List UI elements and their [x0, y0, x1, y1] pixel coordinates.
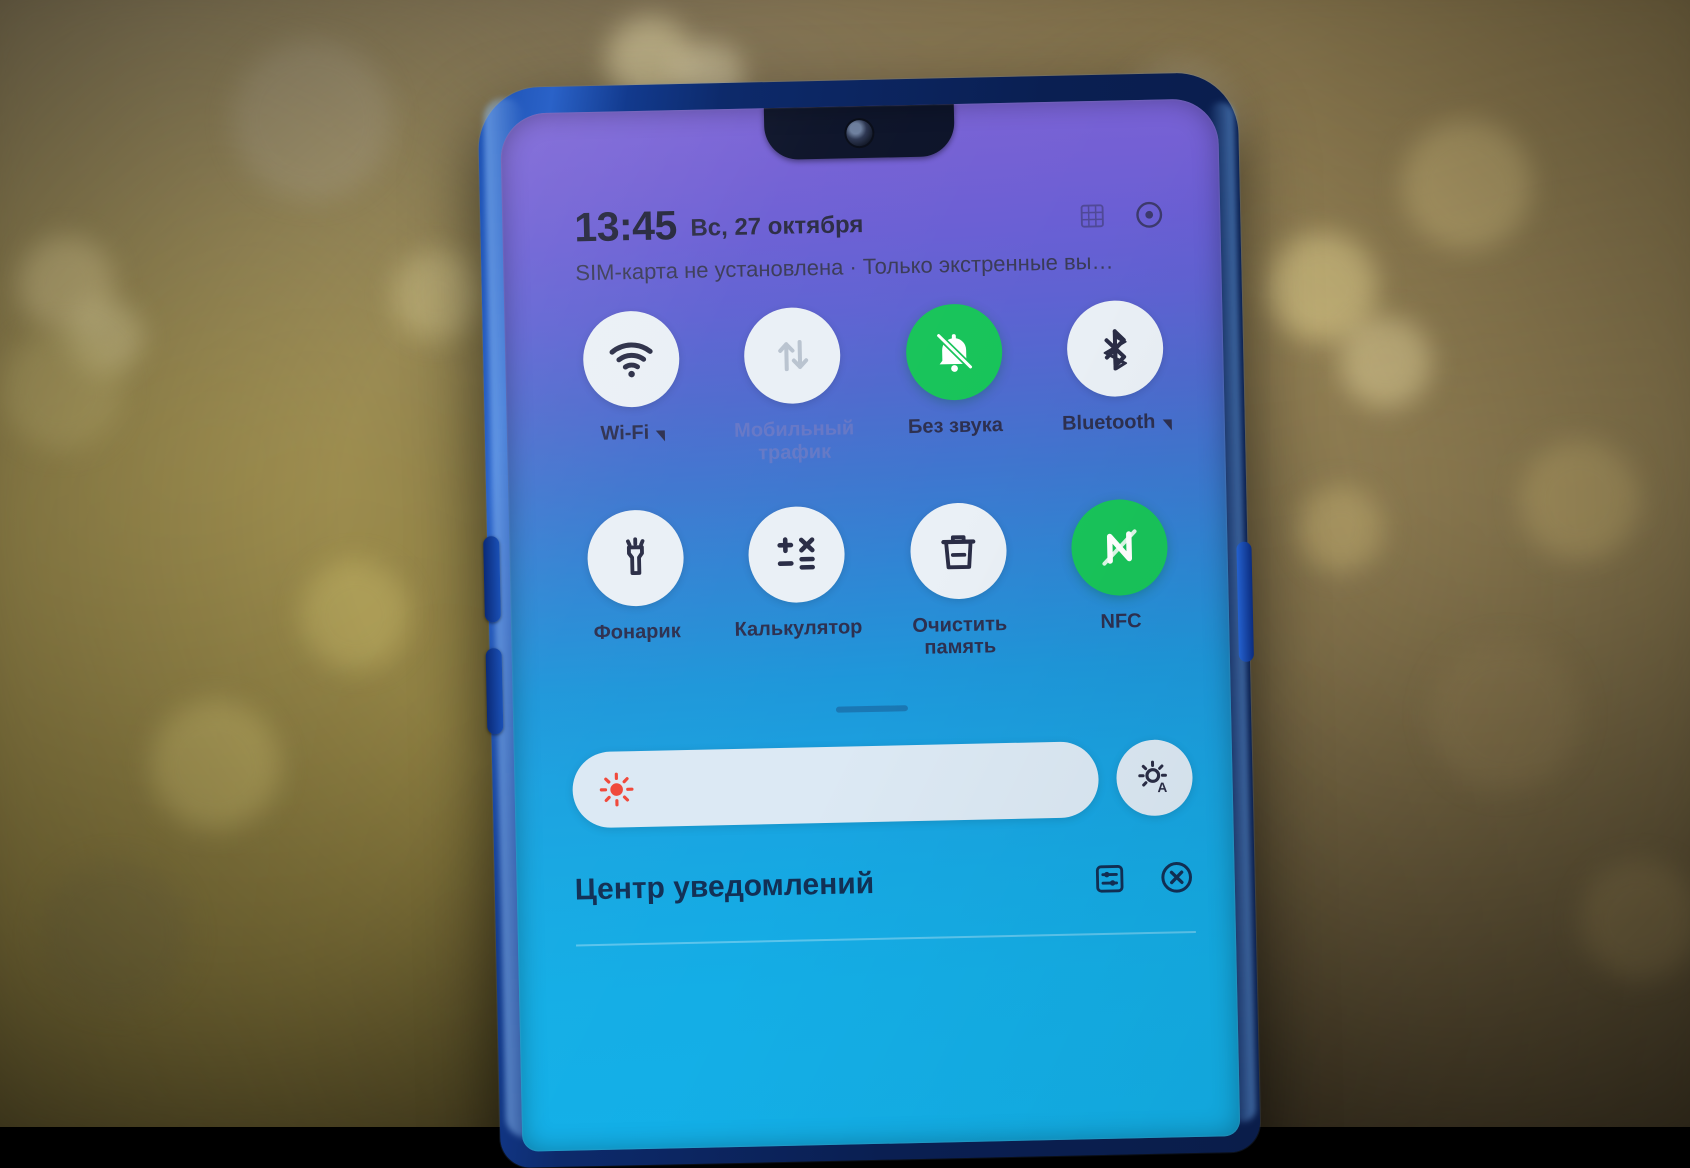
brightness-slider[interactable] — [572, 741, 1100, 828]
panel-drag-handle[interactable] — [836, 705, 908, 713]
quick-tile-label: Калькулятор — [734, 616, 862, 642]
clear-all-notifications-icon[interactable] — [1158, 859, 1195, 896]
quick-settings-panel: Wi-Fi Мобильный трафик — [562, 299, 1190, 682]
wifi-label: Wi-Fi — [600, 422, 649, 446]
quick-settings-row: Wi-Fi Мобильный трафик — [562, 299, 1185, 469]
notification-center-header: Центр уведомлений — [574, 859, 1195, 909]
chevron-expand-icon[interactable] — [656, 430, 665, 441]
clear-memory-icon — [935, 527, 982, 574]
quick-tile-wifi[interactable]: Wi-Fi — [562, 310, 701, 470]
nfc-tile-disc[interactable] — [1070, 498, 1168, 596]
quick-tile-nfc[interactable]: NFC — [1050, 498, 1189, 658]
quick-tile-calculator[interactable]: Калькулятор — [728, 505, 867, 665]
quick-settings-row: Фонарик Калькулятор — [567, 498, 1190, 668]
volume-up-button[interactable] — [483, 536, 501, 622]
wifi-icon — [605, 333, 658, 386]
status-icons — [1078, 199, 1165, 231]
quick-tile-label: Без звука — [908, 414, 1003, 439]
smartphone: 13:45 Вс, 27 октября SIM-карта не устано… — [477, 72, 1260, 1168]
status-date: Вс, 27 октября — [690, 211, 864, 243]
wifi-tile-disc[interactable] — [582, 310, 680, 408]
quick-tile-flashlight[interactable]: Фонарик — [567, 508, 706, 668]
settings-gear-icon[interactable] — [1134, 199, 1165, 230]
quick-tile-clear-memory[interactable]: Очистить память — [889, 501, 1028, 661]
front-camera — [846, 120, 873, 147]
brightness-row: A — [572, 739, 1194, 829]
phone-screen: 13:45 Вс, 27 октября SIM-карта не устано… — [500, 98, 1240, 1151]
status-bar: 13:45 Вс, 27 октября SIM-карта не устано… — [502, 194, 1221, 270]
brightness-auto-icon: A — [1134, 757, 1175, 798]
bluetooth-tile-disc[interactable] — [1066, 300, 1164, 398]
calculator-tile-disc[interactable] — [748, 505, 846, 603]
quick-tile-label: NFC — [1100, 610, 1142, 634]
chevron-expand-icon[interactable] — [1162, 419, 1171, 430]
svg-text:A: A — [1157, 780, 1167, 795]
sim-status-text: SIM-карта не установлена · Только экстре… — [575, 247, 1181, 286]
notification-center-title: Центр уведомлений — [574, 867, 874, 908]
quick-tile-label: Мобильный трафик — [719, 417, 870, 466]
calculator-icon — [771, 529, 822, 580]
notification-divider — [576, 931, 1196, 947]
quick-tile-label: Фонарик — [593, 620, 680, 645]
bell-off-icon — [929, 328, 978, 377]
quick-tile-label: Очистить память — [885, 612, 1036, 661]
notification-center-actions — [1092, 859, 1195, 897]
display-notch — [764, 102, 955, 160]
silent-tile-disc[interactable] — [905, 303, 1003, 401]
bluetooth-icon — [1092, 325, 1139, 372]
mobile-data-icon — [769, 332, 816, 379]
quick-tile-label: Bluetooth — [1062, 410, 1172, 435]
power-button[interactable] — [1236, 542, 1254, 662]
notification-settings-icon[interactable] — [1092, 861, 1127, 896]
nfc-icon — [1094, 522, 1145, 573]
flashlight-tile-disc[interactable] — [587, 509, 685, 607]
quick-tile-mobile-data[interactable]: Мобильный трафик — [724, 306, 863, 466]
quick-tile-label: Wi-Fi — [600, 421, 665, 445]
quick-tile-silent[interactable]: Без звука — [885, 303, 1024, 463]
mobile-data-tile-disc[interactable] — [744, 307, 842, 405]
flashlight-icon — [612, 534, 659, 581]
status-time: 13:45 — [574, 202, 677, 251]
auto-brightness-button[interactable]: A — [1116, 739, 1194, 817]
volume-down-button[interactable] — [486, 648, 504, 734]
clear-memory-tile-disc[interactable] — [909, 502, 1007, 600]
sim-card-icon — [1078, 202, 1107, 231]
bluetooth-label: Bluetooth — [1062, 411, 1156, 436]
quick-tile-bluetooth[interactable]: Bluetooth — [1046, 299, 1185, 459]
brightness-sun-icon — [598, 771, 635, 808]
